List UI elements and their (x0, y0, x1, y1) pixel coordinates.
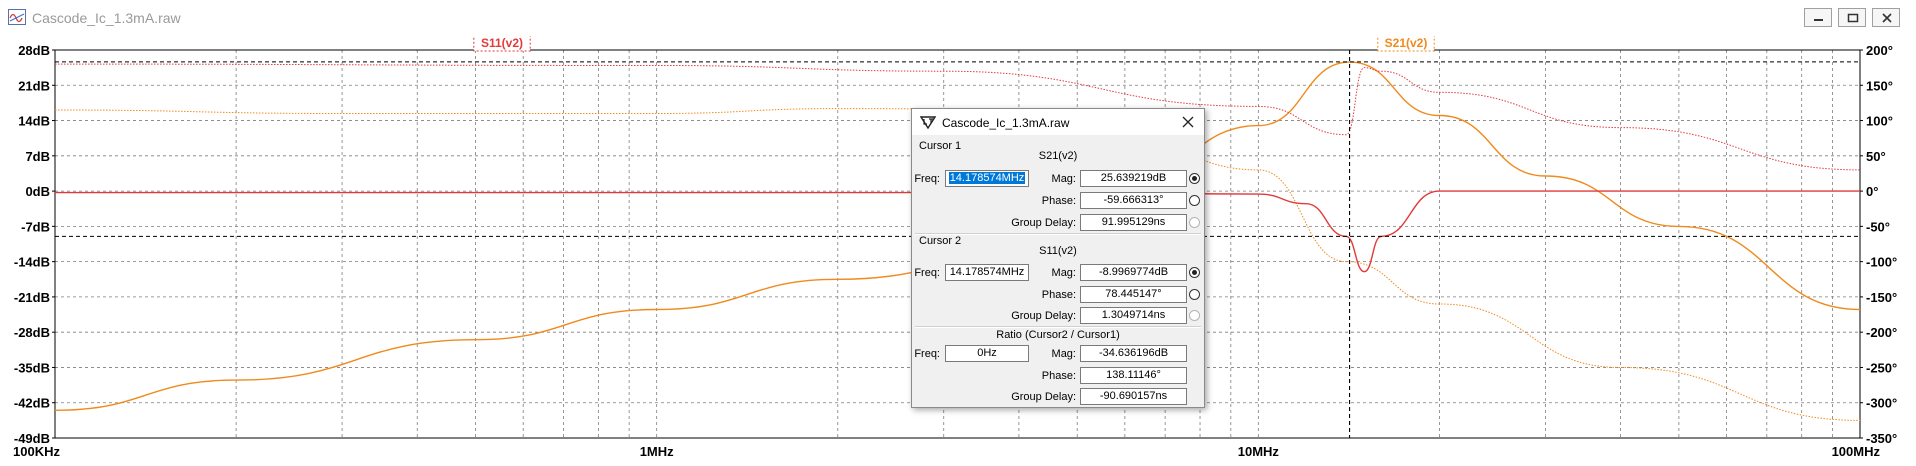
cursor1-trace-name: S21(v2) (1038, 150, 1078, 162)
right-axis-tick-label: -150° (1866, 290, 1897, 305)
cursor2-mag-field[interactable]: -8.9969774dB (1080, 264, 1187, 281)
ratio-freq-field[interactable]: 0Hz (945, 345, 1029, 362)
left-axis-tick-label: 14dB (18, 114, 50, 129)
ratio-phase-field[interactable]: 138.11146° (1080, 367, 1187, 384)
restore-icon (1847, 13, 1859, 23)
cursor1-gd-radio[interactable] (1189, 217, 1200, 228)
ratio-section-label: Ratio (Cursor2 / Cursor1) (996, 329, 1120, 341)
cursor1-gd-field[interactable]: 91.995129ns (1080, 214, 1187, 231)
s11-trace-label[interactable]: S11(v2) (481, 36, 523, 50)
ratio-mag-label: Mag: (1051, 348, 1076, 360)
window-titlebar: Cascode_Ic_1.3mA.raw (0, 0, 1916, 37)
cursor1-mag-label: Mag: (1051, 173, 1076, 185)
cursor2-gd-radio[interactable] (1189, 310, 1200, 321)
left-axis-tick-label: -42dB (14, 396, 50, 411)
x-axis-tick-label: 100KHz (13, 444, 60, 459)
cursor2-phase-field[interactable]: 78.445147° (1080, 286, 1187, 303)
right-axis-tick-label: -300° (1866, 396, 1897, 411)
cursor2-gd-label: Group Delay: (1011, 310, 1076, 322)
dialog-close-icon[interactable] (1178, 112, 1198, 132)
cursor-dialog[interactable]: Cascode_Ic_1.3mA.raw Cursor 1 S21(v2) Fr… (911, 108, 1205, 408)
close-icon (1882, 13, 1892, 23)
minimize-button[interactable] (1804, 8, 1832, 27)
cursor2-mag-label: Mag: (1051, 267, 1076, 279)
divider (915, 326, 1201, 328)
left-axis-tick-label: -14dB (14, 255, 50, 270)
ltspice-logo-icon (920, 116, 936, 129)
cursor1-phase-radio[interactable] (1189, 195, 1200, 206)
right-axis-tick-label: -250° (1866, 360, 1897, 375)
right-axis-tick-label: -50° (1866, 219, 1890, 234)
minimize-icon (1814, 19, 1823, 21)
cursor1-phase-label: Phase: (1041, 195, 1076, 207)
ratio-gd-label: Group Delay: (1011, 391, 1076, 403)
s21-trace-label[interactable]: S21(v2) (1385, 36, 1428, 50)
cursor1-gd-label: Group Delay: (1011, 217, 1076, 229)
right-axis-tick-label: 200° (1866, 43, 1893, 58)
ratio-freq-label: Freq: (914, 348, 940, 360)
left-axis-tick-label: -35dB (14, 360, 50, 375)
cursor1-phase-field[interactable]: -59.666313° (1080, 192, 1187, 209)
left-axis-tick-label: -21dB (14, 290, 50, 305)
right-axis-tick-label: -100° (1866, 255, 1897, 270)
waveform-app-icon (8, 9, 26, 25)
window-title: Cascode_Ic_1.3mA.raw (32, 10, 181, 26)
dialog-titlebar[interactable]: Cascode_Ic_1.3mA.raw (912, 109, 1204, 135)
cursor2-phase-label: Phase: (1041, 289, 1076, 301)
cursor2-freq-label: Freq: (914, 267, 940, 279)
cursor2-trace-name: S11(v2) (1039, 245, 1077, 257)
right-axis-tick-label: 0° (1866, 184, 1878, 199)
left-axis-tick-label: -28dB (14, 325, 50, 340)
left-axis-tick-label: 21dB (18, 78, 50, 93)
right-axis-tick-label: 150° (1866, 78, 1893, 93)
x-axis-tick-label: 10MHz (1238, 444, 1280, 459)
right-axis-tick-label: 100° (1866, 114, 1893, 129)
ratio-gd-field[interactable]: -90.690157ns (1080, 388, 1187, 405)
cursor2-mag-radio[interactable] (1189, 267, 1200, 278)
ratio-phase-label: Phase: (1041, 370, 1076, 382)
dialog-title: Cascode_Ic_1.3mA.raw (942, 116, 1070, 130)
cursor2-phase-radio[interactable] (1189, 289, 1200, 300)
cursor1-freq-field[interactable]: 14.178574MHz (945, 170, 1029, 187)
ratio-mag-field[interactable]: -34.636196dB (1080, 345, 1187, 362)
right-axis-tick-label: -200° (1866, 325, 1897, 340)
left-axis-tick-label: 28dB (18, 43, 50, 58)
x-axis-tick-label: 100MHz (1832, 444, 1881, 459)
left-axis-tick-label: 0dB (25, 184, 50, 199)
cursor1-freq-label: Freq: (914, 173, 940, 185)
left-axis-tick-label: -7dB (21, 219, 50, 234)
cursor1-freq-value: 14.178574MHz (948, 172, 1026, 184)
x-axis-tick-label: 1MHz (640, 444, 674, 459)
left-axis-tick-label: 7dB (25, 149, 50, 164)
cursor1-mag-radio[interactable] (1189, 173, 1200, 184)
right-axis-tick-label: 50° (1866, 149, 1886, 164)
cursor2-gd-field[interactable]: 1.3049714ns (1080, 307, 1187, 324)
close-window-button[interactable] (1872, 8, 1900, 27)
restore-button[interactable] (1838, 8, 1866, 27)
cursor1-mag-field[interactable]: 25.639219dB (1080, 170, 1187, 187)
cursor2-freq-field[interactable]: 14.178574MHz (945, 264, 1029, 281)
